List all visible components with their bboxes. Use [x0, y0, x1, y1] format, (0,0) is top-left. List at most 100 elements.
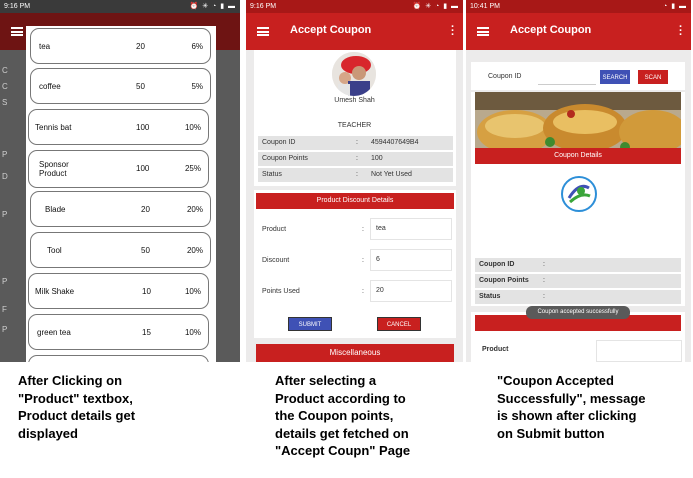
product-item[interactable]: Tool 50 20% [30, 232, 211, 268]
info-label: Status [262, 171, 282, 178]
coupon-id-label: Coupon ID [488, 73, 522, 80]
product-name: Sponsor Product [39, 160, 69, 178]
status-time: 9:16 PM [4, 3, 31, 10]
status-icons: ⏰ ✳ ◔ ▮ ▬ [412, 3, 459, 10]
overflow-menu-icon[interactable]: · · · [679, 22, 683, 41]
status-bar: 10:41 PM ◔ ▮ ▬ [466, 0, 691, 13]
product-discount: 20% [186, 246, 203, 255]
coupon-id-input[interactable] [538, 68, 596, 85]
colon: : [543, 293, 545, 300]
info-row-coupon-points: Coupon Points : 100 [258, 152, 453, 166]
bg-label: S [2, 98, 8, 107]
info-label: Coupon Points [262, 155, 308, 162]
bg-label: P [2, 210, 8, 219]
product-name: green tea [37, 327, 71, 337]
product-label: Product [482, 346, 509, 353]
product-discount: 6% [191, 42, 203, 51]
product-field-row: Product : tea [256, 218, 453, 242]
coupon-details-header: Coupon Details [475, 148, 681, 164]
scan-button[interactable]: SCAN [638, 70, 668, 84]
miscellaneous-header[interactable]: Miscellaneous [256, 344, 454, 362]
product-discount: 5% [191, 82, 203, 91]
points-used-input[interactable]: 20 [370, 280, 452, 302]
menu-icon[interactable] [257, 27, 269, 36]
product-discount: 10% [184, 287, 201, 296]
submit-button[interactable]: SUBMIT [288, 317, 332, 331]
user-name: Umesh Shah [334, 97, 375, 104]
info-row-coupon-id: Coupon ID : [475, 258, 681, 272]
search-button[interactable]: SEARCH [600, 70, 630, 84]
page-title: Accept Coupon [510, 24, 592, 36]
caption-3: "Coupon Accepted Successfully", message … [497, 373, 646, 441]
product-points: 20 [136, 42, 145, 51]
screen-accept-coupon-details: 9:16 PM ⏰ ✳ ◔ ▮ ▬ Accept Coupon · · · Umes… [246, 0, 463, 362]
caption-1: After Clicking on "Product" textbox, Pro… [18, 373, 136, 441]
info-value: 4594407649B4 [371, 139, 419, 146]
product-input[interactable] [596, 340, 682, 362]
toast-message: Coupon accepted successfully [526, 306, 630, 319]
colon: : [362, 288, 364, 295]
status-icons: ⏰ ✳ ◔ ▮ ▬ [189, 3, 236, 10]
bg-label: P [2, 150, 8, 159]
product-points: 50 [141, 246, 150, 255]
bg-label: D [2, 172, 8, 181]
bg-label: F [2, 305, 7, 314]
colon: : [356, 171, 358, 178]
product-item[interactable]: Sponsor Product 100 25% [28, 150, 209, 188]
status-bar: 9:16 PM ⏰ ✳ ◔ ▮ ▬ [0, 0, 240, 13]
field-label: Discount [262, 257, 290, 264]
product-item[interactable]: coffee 50 5% [30, 68, 211, 104]
points-used-field-row: Points Used : 20 [256, 280, 453, 304]
field-label: Product [262, 226, 287, 233]
colon: : [362, 257, 364, 264]
product-points: 100 [136, 123, 150, 132]
product-discount: 25% [184, 164, 201, 173]
product-item[interactable]: green tea 15 10% [28, 314, 209, 350]
product-name: Tennis bat [35, 122, 72, 132]
info-label: Coupon Points [479, 277, 529, 284]
product-input[interactable]: tea [370, 218, 452, 240]
info-value: 100 [371, 155, 383, 162]
app-bar: Accept Coupon · · · [466, 13, 691, 50]
status-time: 9:16 PM [250, 3, 277, 10]
product-item[interactable]: Blade 20 20% [30, 191, 211, 227]
product-picker-dialog: tea 20 6% coffee 50 5% Tennis bat 100 10… [26, 26, 216, 362]
screen-product-list: 9:16 PM ⏰ ✳ ◔ ▮ ▬ C C S P D P P F P tea … [0, 0, 240, 362]
menu-icon[interactable] [11, 27, 23, 36]
discount-input[interactable]: 6 [370, 249, 452, 271]
product-item[interactable]: tea 20 6% [30, 28, 211, 64]
product-item[interactable]: Milk Shake 10 10% [28, 273, 209, 309]
page-title: Accept Coupon [290, 24, 372, 36]
product-name: coffee [39, 81, 61, 91]
product-discount: 20% [186, 205, 203, 214]
colon: : [356, 139, 358, 146]
info-row-status: Status : Not Yet Used [258, 168, 453, 182]
colon: : [362, 226, 364, 233]
cancel-button[interactable]: CANCEL [377, 317, 421, 331]
colon: : [543, 261, 545, 268]
info-row-status: Status : [475, 290, 681, 304]
info-value: Not Yet Used [371, 171, 412, 178]
product-discount: 10% [184, 123, 201, 132]
product-points: 10 [142, 287, 151, 296]
app-logo [561, 176, 597, 212]
section-title: Product Discount Details [256, 193, 454, 209]
product-item[interactable] [28, 355, 209, 362]
avatar [332, 52, 376, 96]
product-discount: 10% [184, 328, 201, 337]
info-label: Coupon ID [479, 261, 515, 268]
colon: : [543, 277, 545, 284]
info-label: Coupon ID [262, 139, 296, 146]
field-label: Points Used [262, 288, 300, 295]
product-points: 100 [136, 164, 150, 173]
product-points: 15 [142, 328, 151, 337]
status-time: 10:41 PM [470, 3, 500, 10]
caption-2: After selecting a Product according to t… [275, 373, 411, 458]
info-row-coupon-points: Coupon Points : [475, 274, 681, 288]
overflow-menu-icon[interactable]: · · · [451, 22, 455, 41]
status-icons: ◔ ▮ ▬ [663, 3, 687, 10]
bg-label: P [2, 277, 8, 286]
status-bar: 9:16 PM ⏰ ✳ ◔ ▮ ▬ [246, 0, 463, 13]
product-item[interactable]: Tennis bat 100 10% [28, 109, 209, 145]
menu-icon[interactable] [477, 27, 489, 36]
